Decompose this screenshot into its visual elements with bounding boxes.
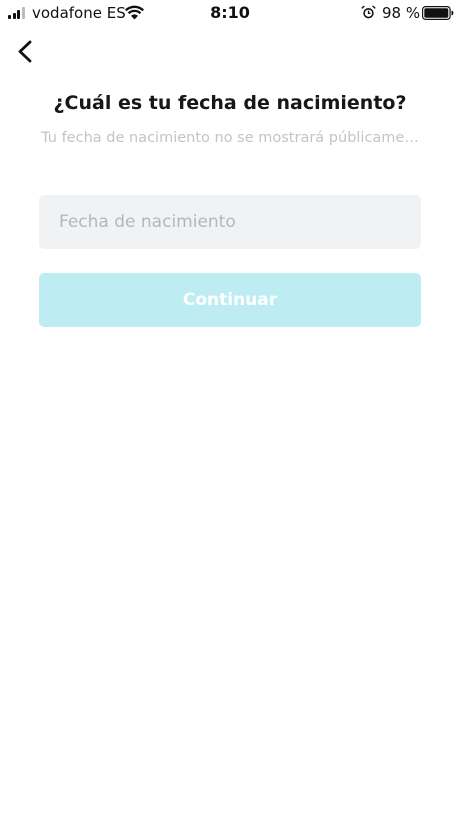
cellular-signal-icon [8,7,28,19]
birthdate-input[interactable] [59,212,421,232]
status-bar: vodafone ES 8:10 98 % [0,0,460,26]
continue-button[interactable]: Continuar [39,273,421,327]
page-subtitle: Tu fecha de nacimiento no se mostrará pú… [41,130,419,146]
alarm-clock-icon [361,5,376,19]
carrier-name: vodafone ES [32,4,126,22]
battery-percentage: 98 % [382,4,421,22]
battery-icon [422,6,454,20]
birthdate-field[interactable] [39,195,421,249]
page-title: ¿Cuál es tu fecha de nacimiento? [53,92,407,114]
birthdate-screen: vodafone ES 8:10 98 % ¿Cuál es tu fecha … [0,0,460,818]
chevron-left-icon [18,40,32,63]
back-button[interactable] [12,35,40,67]
wifi-icon [125,5,144,20]
